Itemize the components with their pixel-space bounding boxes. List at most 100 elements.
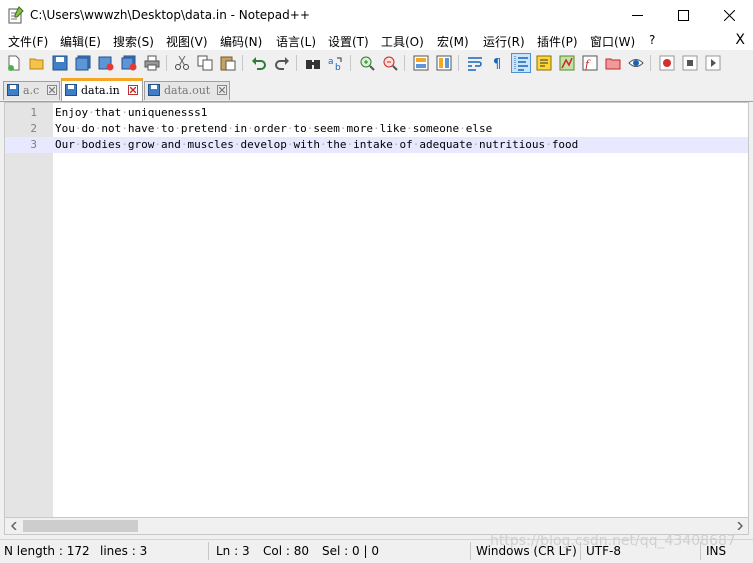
redo-icon — [275, 57, 289, 70]
menu-encoding[interactable]: 编码(N) — [220, 33, 262, 50]
menu-window[interactable]: 窗口(W) — [590, 33, 635, 50]
status-length: N length : 172 — [4, 544, 90, 558]
line-number: 1 — [30, 106, 37, 119]
cut-button[interactable] — [172, 53, 192, 73]
menu-macro[interactable]: 宏(M) — [437, 33, 469, 50]
line-text[interactable]: Enjoy·that·uniquenesss1 — [55, 105, 207, 121]
user-language-icon — [536, 55, 552, 71]
text-editor[interactable]: 1 Enjoy·that·uniquenesss1 2 You·do·not·h… — [4, 102, 749, 518]
macro-record-button[interactable] — [657, 53, 677, 73]
toolbar-separator — [296, 55, 297, 71]
indent-guide-icon — [514, 56, 528, 71]
minimize-button[interactable] — [614, 0, 660, 30]
save-all-button[interactable] — [73, 53, 93, 73]
menu-edit[interactable]: 编辑(E) — [60, 33, 101, 50]
status-lines: lines : 3 — [100, 544, 148, 558]
word-wrap-icon — [468, 57, 482, 71]
maximize-button[interactable] — [660, 0, 706, 30]
menu-file[interactable]: 文件(F) — [8, 33, 48, 50]
line-number: 3 — [30, 138, 37, 151]
zoom-in-button[interactable] — [357, 53, 377, 73]
show-all-characters-button[interactable]: ¶ — [488, 53, 508, 73]
tab-label: data.out — [164, 84, 211, 97]
tab-close-icon[interactable] — [128, 85, 138, 95]
function-list-button[interactable]: f — [580, 53, 600, 73]
undo-button[interactable] — [249, 53, 269, 73]
menu-view[interactable]: 视图(V) — [166, 33, 208, 50]
chevron-right-icon — [736, 522, 743, 530]
monitoring-button[interactable] — [626, 53, 646, 73]
menu-language[interactable]: 语言(L) — [276, 33, 316, 50]
tab-data-in[interactable]: data.in — [61, 78, 143, 101]
line-text[interactable]: You·do·not·have·to·pretend·in·order·to·s… — [55, 121, 492, 137]
title-bar: C:\Users\wwwzh\Desktop\data.in - Notepad… — [0, 0, 753, 30]
print-button[interactable] — [142, 53, 162, 73]
close-button[interactable] — [706, 0, 752, 30]
find-button[interactable] — [303, 53, 323, 73]
new-file-button[interactable] — [4, 53, 24, 73]
toolbar-separator — [166, 55, 167, 71]
sync-vertical-button[interactable] — [411, 53, 431, 73]
saved-file-icon — [148, 84, 160, 96]
folder-workspace-icon — [605, 58, 621, 70]
close-file-icon — [98, 56, 114, 71]
close-all-button[interactable] — [119, 53, 139, 73]
saved-file-icon — [7, 84, 19, 96]
scroll-left-button[interactable] — [5, 518, 22, 534]
scroll-right-button[interactable] — [731, 518, 748, 534]
copy-button[interactable] — [195, 53, 215, 73]
menu-search[interactable]: 搜索(S) — [113, 33, 154, 50]
stop-icon — [682, 55, 698, 71]
notepadpp-app-icon — [8, 6, 24, 24]
window-title: C:\Users\wwwzh\Desktop\data.in - Notepad… — [30, 8, 310, 22]
pilcrow-icon: ¶ — [493, 57, 501, 71]
word-wrap-button[interactable] — [465, 53, 485, 73]
editor-line[interactable]: 2 You·do·not·have·to·pretend·in·order·to… — [5, 121, 748, 137]
scrollbar-thumb[interactable] — [23, 520, 138, 532]
toolbar-separator — [650, 55, 651, 71]
menu-run[interactable]: 运行(R) — [483, 33, 525, 50]
paste-icon — [220, 56, 236, 71]
toolbar-separator — [458, 55, 459, 71]
open-file-button[interactable] — [27, 53, 47, 73]
close-document-icon[interactable]: X — [735, 32, 745, 48]
menu-tools[interactable]: 工具(O) — [381, 33, 424, 50]
tab-data-out[interactable]: data.out — [144, 81, 230, 100]
macro-stop-button[interactable] — [680, 53, 700, 73]
minimize-icon — [631, 14, 643, 16]
zoom-out-button[interactable] — [380, 53, 400, 73]
tab-a-c[interactable]: a.c — [3, 81, 60, 100]
replace-icon: ab — [328, 57, 342, 71]
redo-button[interactable] — [272, 53, 292, 73]
menu-settings[interactable]: 设置(T) — [328, 33, 369, 50]
replace-button[interactable]: ab — [326, 53, 346, 73]
document-map-button[interactable] — [557, 53, 577, 73]
editor-line-current[interactable]: 3 Our·bodies·grow·and·muscles·develop·wi… — [5, 137, 748, 153]
tab-close-icon[interactable] — [47, 85, 57, 95]
tab-close-icon[interactable] — [217, 85, 227, 95]
sync-horizontal-button[interactable] — [434, 53, 454, 73]
editor-line[interactable]: 1 Enjoy·that·uniquenesss1 — [5, 105, 748, 121]
macro-play-button[interactable] — [703, 53, 723, 73]
eye-icon — [628, 59, 644, 67]
zoom-in-icon — [360, 56, 375, 71]
line-number-gutter[interactable] — [5, 103, 53, 517]
line-text[interactable]: Our·bodies·grow·and·muscles·develop·with… — [55, 137, 578, 153]
menu-help[interactable]: ? — [649, 33, 655, 47]
indent-guide-button[interactable] — [511, 53, 531, 73]
saved-file-icon — [65, 84, 77, 96]
toolbar-separator — [350, 55, 351, 71]
define-language-button[interactable] — [534, 53, 554, 73]
maximize-icon — [677, 9, 689, 21]
folder-as-workspace-button[interactable] — [603, 53, 623, 73]
menu-plugins[interactable]: 插件(P) — [537, 33, 578, 50]
save-button[interactable] — [50, 53, 70, 73]
document-map-icon — [559, 55, 575, 71]
binoculars-icon — [306, 60, 320, 69]
close-file-button[interactable] — [96, 53, 116, 73]
printer-icon — [144, 55, 160, 71]
tab-label: a.c — [23, 84, 40, 97]
svg-text:¶: ¶ — [493, 57, 501, 71]
save-icon — [52, 55, 68, 71]
paste-button[interactable] — [218, 53, 238, 73]
